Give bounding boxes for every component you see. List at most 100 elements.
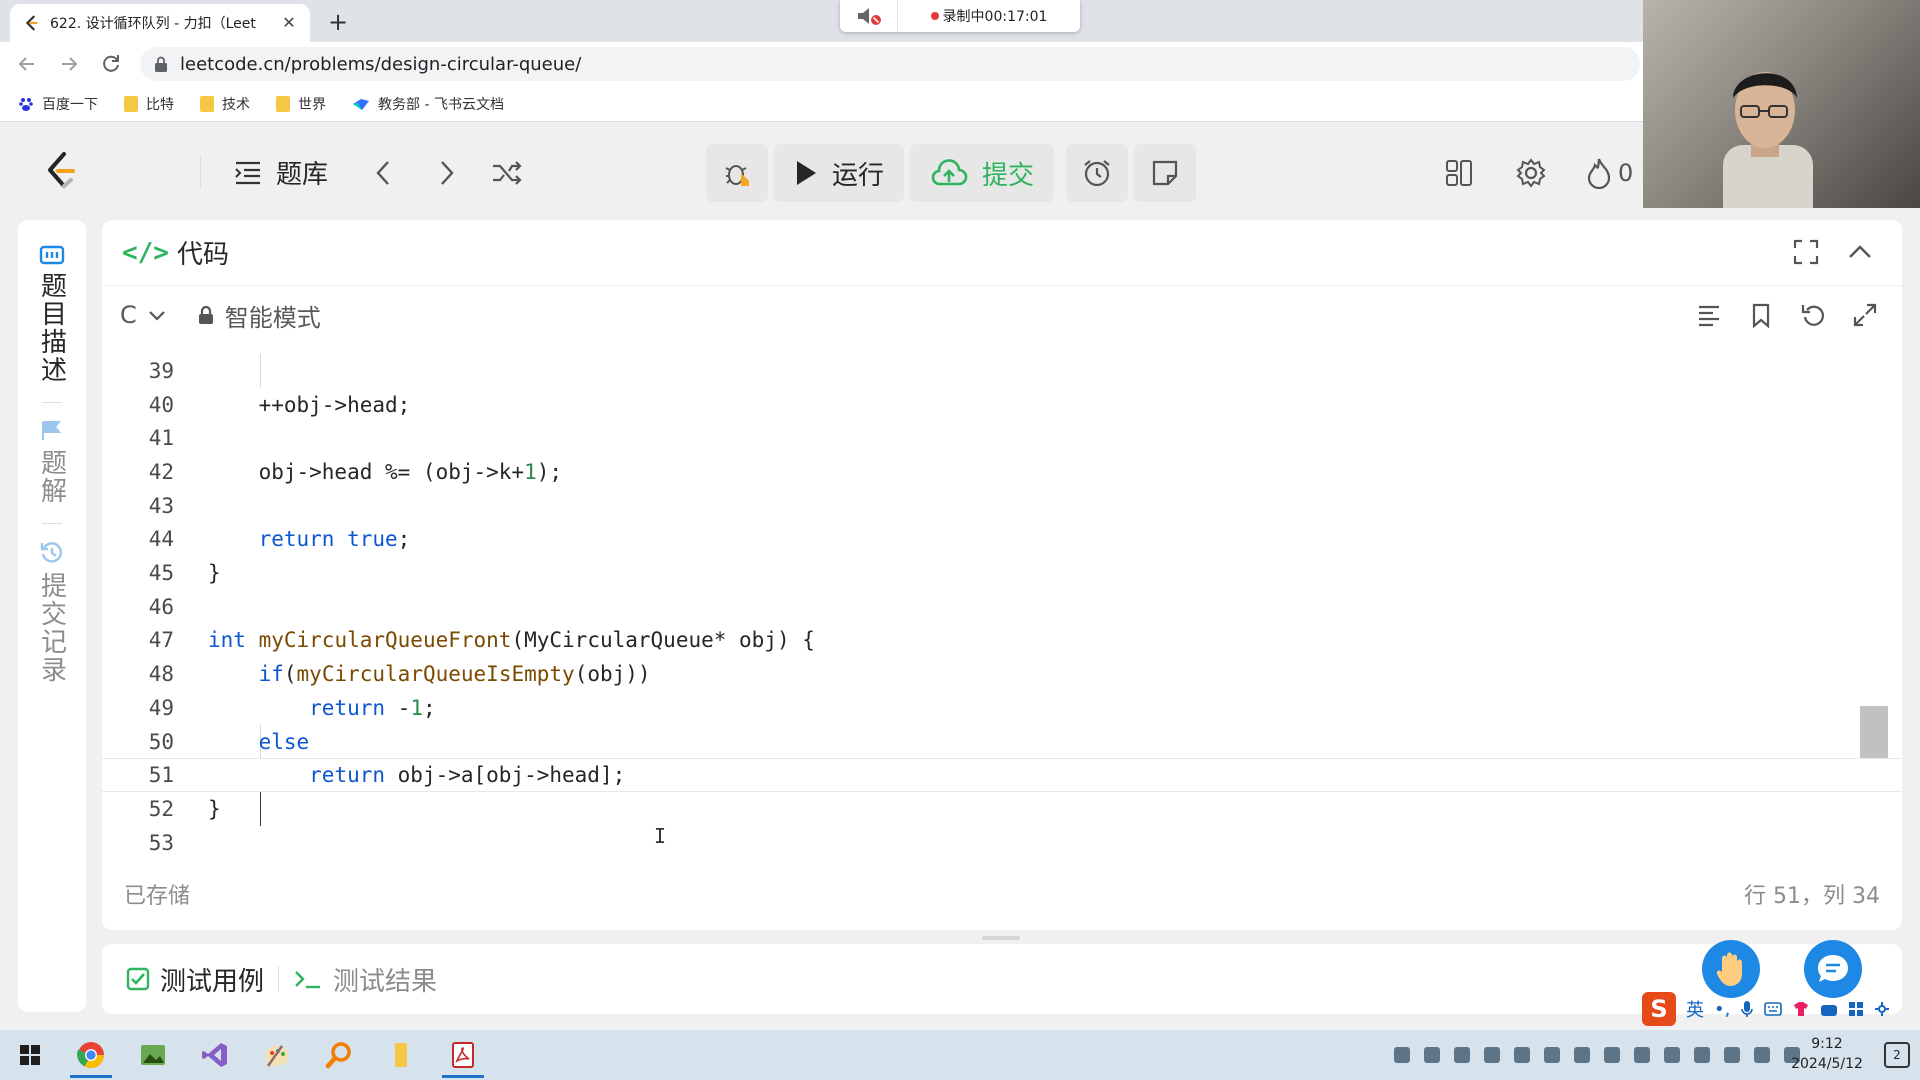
bookmark-label: 教务部 - 飞书云文档	[378, 96, 504, 113]
new-tab-button[interactable]: +	[324, 8, 352, 36]
bookmark-feishu[interactable]: 教务部 - 飞书云文档	[352, 94, 504, 114]
tray-volume-icon[interactable]	[1724, 1047, 1740, 1063]
search-everything-taskbar-icon[interactable]	[308, 1030, 370, 1080]
back-icon[interactable]	[12, 49, 42, 79]
forward-icon[interactable]	[54, 49, 84, 79]
code-line[interactable]: 51 return obj->a[obj->head];	[102, 758, 1902, 793]
code-line[interactable]: 46	[102, 590, 1902, 624]
shuffle-icon[interactable]	[490, 156, 524, 190]
sidenav-item-solutions[interactable]: 题解	[34, 419, 71, 505]
skin-icon[interactable]	[1792, 1001, 1810, 1017]
sidenav-item-description[interactable]: 题目描述	[34, 244, 71, 384]
code-line[interactable]: 52}	[102, 792, 1902, 826]
ime-settings-icon[interactable]	[1874, 1001, 1890, 1017]
tray-wave-icon[interactable]	[1574, 1047, 1590, 1063]
side-navigation: 题目描述 题解 提交记录	[18, 220, 86, 1012]
bookmark-baidu[interactable]: 百度一下	[18, 94, 98, 114]
sogou-ime-icon[interactable]: S	[1642, 992, 1676, 1026]
code-line[interactable]: 49 return -1;	[102, 691, 1902, 725]
tray-shield-icon[interactable]	[1604, 1047, 1620, 1063]
tray-qq-icon[interactable]	[1664, 1047, 1680, 1063]
punctuation-icon[interactable]: •,	[1714, 999, 1730, 1020]
photos-taskbar-icon[interactable]	[122, 1030, 184, 1080]
code-line[interactable]: 39	[102, 354, 1902, 388]
tray-bluetooth-icon[interactable]	[1544, 1047, 1560, 1063]
windows-start-icon[interactable]	[0, 1030, 60, 1080]
next-problem-icon[interactable]	[430, 156, 464, 190]
bookmark-folder-world[interactable]: 世界	[276, 94, 326, 114]
bookmark-label: 世界	[298, 96, 326, 113]
code-line[interactable]: 47 int myCircularQueueFront(MyCircularQue…	[102, 624, 1902, 658]
bookmark-label: 百度一下	[42, 96, 98, 113]
format-lines-icon[interactable]	[1696, 302, 1722, 328]
notification-center-icon[interactable]: 2	[1884, 1042, 1910, 1068]
chat-button[interactable]	[1804, 940, 1862, 998]
terminal-icon	[295, 971, 321, 989]
run-button[interactable]: 运行	[774, 144, 905, 202]
ime-language[interactable]: 英	[1686, 996, 1704, 1022]
collapse-up-icon[interactable]	[1846, 238, 1874, 266]
code-line[interactable]: 43	[102, 489, 1902, 523]
code-line[interactable]: 44 return true;	[102, 523, 1902, 557]
tray-cloud-icon[interactable]	[1514, 1047, 1530, 1063]
microphone-icon[interactable]	[1740, 1000, 1754, 1018]
grid-icon[interactable]	[1848, 1001, 1864, 1017]
raise-hand-button[interactable]	[1702, 940, 1760, 998]
code-line[interactable]: 48 if(myCircularQueueIsEmpty(obj))	[102, 657, 1902, 691]
sidenav-item-submissions[interactable]: 提交记录	[34, 540, 71, 684]
bookmark-folder-tech[interactable]: 技术	[200, 94, 250, 114]
tray-network-icon[interactable]	[1694, 1047, 1710, 1063]
debug-button[interactable]	[706, 144, 768, 202]
expand-icon[interactable]	[1852, 302, 1878, 328]
submit-button[interactable]: 提交	[910, 144, 1055, 202]
code-line[interactable]: 53	[102, 826, 1902, 860]
bookmark-folder-bite[interactable]: 比特	[124, 94, 174, 114]
paint-taskbar-icon[interactable]	[246, 1030, 308, 1080]
url-input[interactable]: leetcode.cn/problems/design-circular-que…	[140, 47, 1640, 81]
tab-test-results[interactable]: 测试结果	[293, 961, 437, 998]
tray-microphone-icon[interactable]	[1484, 1047, 1500, 1063]
sidenav-label: 提交记录	[36, 572, 67, 684]
tray-app-icon[interactable]	[1394, 1047, 1410, 1063]
code-line[interactable]: 40 ++obj->head;	[102, 388, 1902, 422]
code-line[interactable]: 45}	[102, 556, 1902, 590]
pdf-reader-taskbar-icon[interactable]	[432, 1030, 494, 1080]
code-line[interactable]: 42 obj->head %= (obj->k+1);	[102, 455, 1902, 489]
prev-problem-icon[interactable]	[366, 156, 400, 190]
chrome-taskbar-icon[interactable]	[60, 1030, 122, 1080]
code-line[interactable]: 50 else	[102, 725, 1902, 759]
tray-ime-icon[interactable]	[1754, 1047, 1770, 1063]
tab-close-icon[interactable]: ✕	[280, 14, 298, 32]
note-button[interactable]	[1134, 144, 1197, 202]
tray-battery-icon[interactable]	[1634, 1047, 1650, 1063]
toolbox-icon[interactable]	[1820, 1001, 1838, 1017]
code-editor[interactable]: I 39 40 ++obj->head; 41 42 obj->head %= (ob…	[102, 354, 1902, 856]
file-explorer-taskbar-icon[interactable]	[370, 1030, 432, 1080]
tab-test-cases[interactable]: 测试用例	[126, 961, 264, 998]
taskbar-clock[interactable]: 9:12 2024/5/12	[1782, 1034, 1872, 1074]
line-number: 42	[148, 459, 174, 484]
keyboard-icon[interactable]	[1764, 1002, 1783, 1016]
panel-resize-handle[interactable]	[982, 936, 1020, 940]
language-select[interactable]: C	[120, 301, 167, 329]
line-code: if(myCircularQueueIsEmpty(obj))	[258, 662, 651, 687]
settings-gear-icon[interactable]	[1514, 156, 1548, 190]
tray-nvidia-icon[interactable]	[1454, 1047, 1470, 1063]
tray-search-icon[interactable]	[1424, 1047, 1440, 1063]
leetcode-logo-icon[interactable]	[40, 150, 82, 192]
reload-icon[interactable]	[96, 49, 126, 79]
bookmark-icon[interactable]	[1748, 302, 1774, 328]
problem-set-button[interactable]: 题库	[234, 154, 328, 191]
fullscreen-icon[interactable]	[1792, 238, 1820, 266]
line-number: 50	[148, 729, 174, 754]
reset-undo-icon[interactable]	[1800, 302, 1826, 328]
code-line[interactable]: 41	[102, 421, 1902, 455]
mute-button[interactable]	[840, 0, 898, 32]
streak-counter[interactable]: 0	[1586, 156, 1646, 190]
layout-icon[interactable]	[1442, 156, 1476, 190]
timer-button[interactable]	[1066, 144, 1129, 202]
smart-mode-toggle[interactable]: 智能模式	[197, 298, 321, 333]
visual-studio-taskbar-icon[interactable]	[184, 1030, 246, 1080]
browser-tab[interactable]: 622. 设计循环队列 - 力扣（Leet ✕	[10, 4, 310, 42]
line-code: return obj->a[obj->head];	[309, 763, 626, 788]
